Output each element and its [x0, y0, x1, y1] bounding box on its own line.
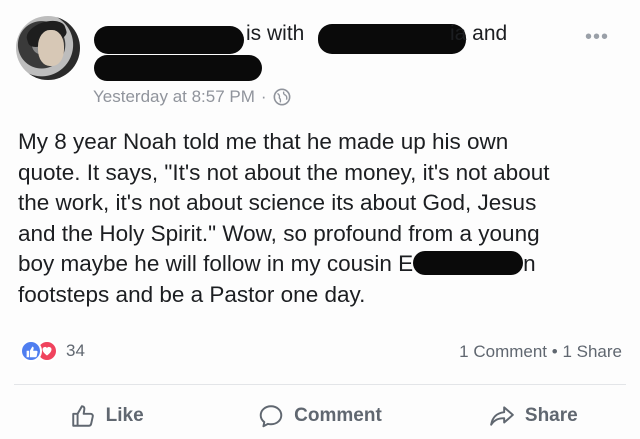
and-text: ia and: [450, 22, 508, 45]
action-bar: Like Comment Share: [0, 396, 640, 436]
share-arrow-icon: [490, 406, 514, 426]
redacted-tagged-name[interactable]: [318, 24, 466, 54]
like-button[interactable]: Like: [0, 396, 213, 436]
reactions-summary[interactable]: 34: [20, 340, 85, 362]
message-line-text: boy maybe he will follow in my cousin E: [18, 251, 414, 276]
with-text: is with: [246, 22, 305, 45]
message-line-text-end: n: [523, 251, 536, 276]
timestamp[interactable]: Yesterday at 8:57 PM: [93, 87, 255, 107]
comment-label: Comment: [294, 405, 382, 426]
timestamp-separator: ·: [260, 87, 267, 106]
redacted-cousin-name: [413, 251, 524, 275]
message-line: boy maybe he will follow in my cousin E n: [18, 249, 622, 280]
message-line: the work, it's not about science its abo…: [18, 190, 537, 215]
like-icon: [20, 340, 42, 362]
share-count[interactable]: 1 Share: [562, 342, 622, 361]
engagement-counts: 1 Comment • 1 Share: [459, 342, 622, 362]
facebook-post: is with ia and ••• Yesterday at 8:57 PM …: [0, 0, 640, 439]
more-options-icon[interactable]: •••: [585, 26, 609, 49]
timestamp-line: Yesterday at 8:57 PM ·: [93, 87, 291, 107]
post-message: My 8 year Noah told me that he made up h…: [18, 127, 622, 310]
reaction-count: 34: [66, 341, 85, 360]
message-line: footsteps and be a Pastor one day.: [18, 281, 366, 307]
share-button[interactable]: Share: [427, 396, 640, 436]
like-label: Like: [105, 405, 144, 426]
comment-icon: [259, 405, 283, 428]
count-separator: •: [551, 342, 558, 361]
redacted-author-name[interactable]: [94, 26, 244, 54]
message-line: quote. It says, "It's not about the mone…: [18, 159, 550, 185]
avatar-face: [38, 30, 64, 66]
message-line: My 8 year Noah told me that he made up h…: [18, 129, 509, 154]
share-label: Share: [524, 405, 578, 426]
globe-icon: [273, 88, 291, 106]
comment-count[interactable]: 1 Comment: [459, 342, 547, 361]
message-line: and the Holy Spirit." Wow, so profound f…: [18, 220, 540, 246]
thumbs-up-icon: [71, 405, 94, 427]
redacted-second-line[interactable]: [94, 55, 262, 81]
comment-button[interactable]: Comment: [213, 396, 426, 436]
divider: [14, 384, 626, 385]
avatar[interactable]: [16, 16, 80, 80]
